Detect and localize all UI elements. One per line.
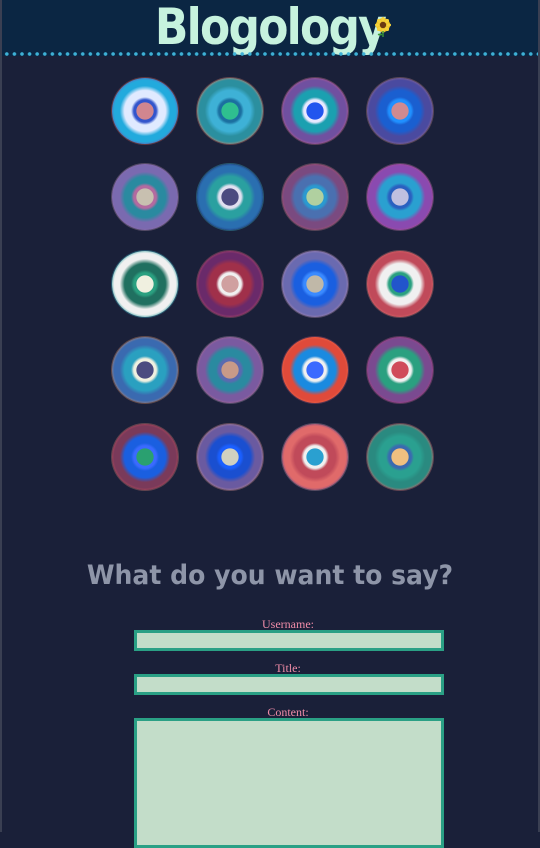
gallery-disc[interactable] [197, 424, 263, 490]
content-textarea[interactable] [134, 718, 444, 848]
header-dotted-divider [2, 51, 538, 57]
gallery-disc[interactable] [282, 424, 348, 490]
gallery-disc[interactable] [282, 78, 348, 144]
gallery-disc[interactable] [112, 164, 178, 230]
gallery-disc[interactable] [282, 337, 348, 403]
gallery-disc[interactable] [367, 164, 433, 230]
gallery-disc[interactable] [197, 164, 263, 230]
form-heading: What do you want to say? [86, 560, 454, 591]
disc-gallery [100, 70, 450, 510]
gallery-disc[interactable] [367, 251, 433, 317]
username-input[interactable] [134, 630, 444, 651]
gallery-disc[interactable] [112, 337, 178, 403]
site-title[interactable]: Blogology [34, 0, 506, 54]
gallery-disc[interactable] [367, 337, 433, 403]
gallery-disc[interactable] [112, 251, 178, 317]
gallery-disc[interactable] [282, 251, 348, 317]
gallery-disc[interactable] [367, 424, 433, 490]
gallery-disc[interactable] [282, 164, 348, 230]
gallery-disc[interactable] [197, 251, 263, 317]
gallery-disc[interactable] [112, 78, 178, 144]
site-header: Blogology [2, 0, 538, 56]
gallery-disc[interactable] [112, 424, 178, 490]
title-input[interactable] [134, 674, 444, 695]
gallery-disc[interactable] [197, 78, 263, 144]
gallery-disc[interactable] [197, 337, 263, 403]
gallery-disc[interactable] [367, 78, 433, 144]
sunflower-icon [375, 17, 391, 37]
